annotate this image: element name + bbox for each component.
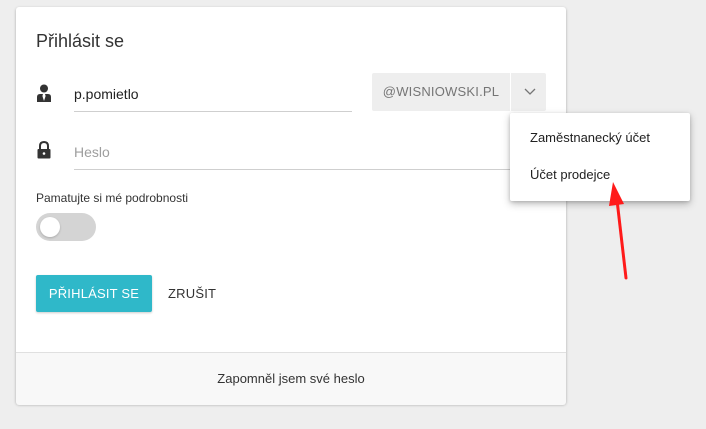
login-title: Přihlásit se: [36, 31, 125, 51]
username-input[interactable]: [74, 77, 352, 112]
card-footer: Zapomněl jsem své heslo: [16, 352, 566, 405]
toggle-knob: [40, 217, 60, 237]
login-button[interactable]: PŘIHLÁSIT SE: [36, 275, 152, 312]
remember-me-toggle[interactable]: [36, 213, 96, 241]
annotation-arrow-icon: [609, 182, 628, 280]
domain-select[interactable]: @WISNIOWSKI.PL: [372, 73, 546, 111]
domain-selected-value: @WISNIOWSKI.PL: [382, 84, 500, 99]
domain-select-divider: [510, 73, 511, 111]
password-input[interactable]: [74, 135, 550, 170]
menu-item-employee-account[interactable]: Zaměstnanecký účet: [510, 120, 690, 156]
remember-me-label: Pamatujte si mé podrobnosti: [36, 191, 189, 205]
lock-icon: [36, 141, 52, 159]
forgot-password-link[interactable]: Zapomněl jsem své heslo: [16, 353, 566, 405]
cancel-button[interactable]: ZRUŠIT: [162, 275, 222, 312]
user-tie-icon: [36, 84, 52, 102]
login-card: Přihlásit se @WISNIOWSKI.PL Pamatujte si…: [16, 7, 566, 405]
chevron-down-icon[interactable]: [518, 85, 542, 99]
